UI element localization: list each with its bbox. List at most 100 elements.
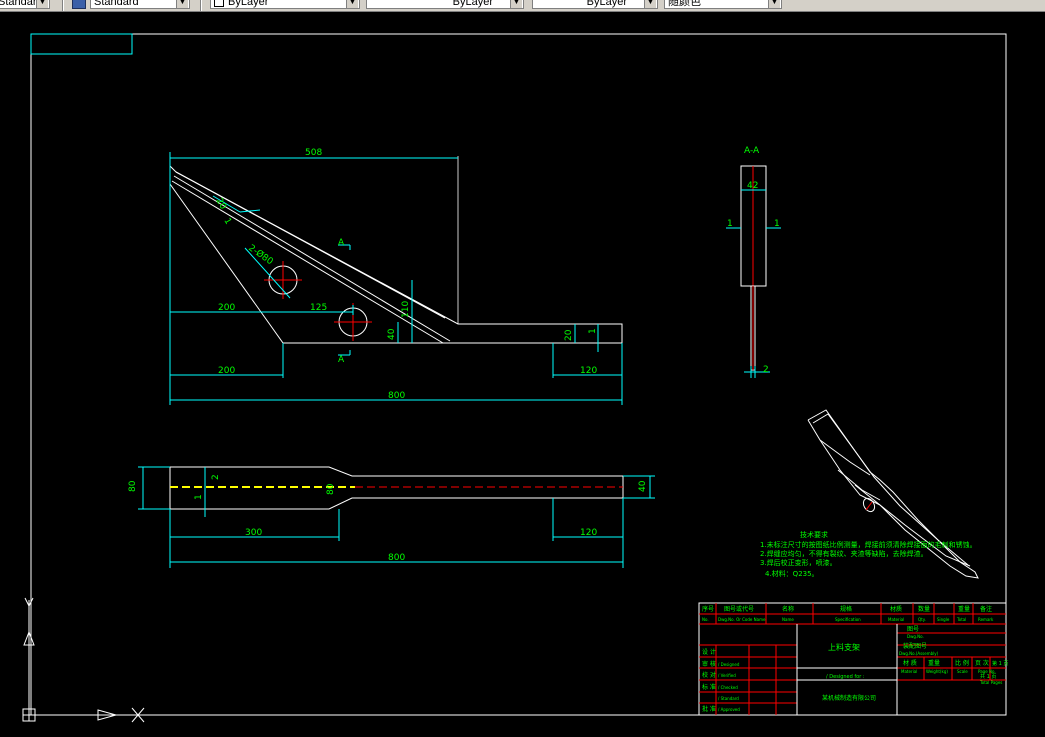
tb-role: 校 对 [702,671,716,679]
lineweight-combo[interactable]: ByLayer ▼ [532,0,658,9]
notes-line: 4.材料：Q235。 [765,569,819,578]
color-swatch-icon [214,0,224,8]
tb-role: 设 计 [702,648,716,656]
dim-text: 200 [218,366,235,376]
chevron-down-icon[interactable]: ▼ [644,0,656,8]
dim-text: 1 [588,328,598,334]
drawing-code-box [30,33,133,55]
tb-label-en: Dwg.No.(Assembly) [899,651,939,656]
section-mark: A [338,355,345,365]
tb-header: 规格 [840,605,852,613]
tb-label: 重量 [928,659,940,667]
dim-text: 120 [580,528,597,538]
tb-label: 装配图号 [903,642,927,650]
dim-text: 800 [388,391,405,401]
tb-role: 标 准 [702,683,716,691]
tb-role-en: / Designed [718,662,740,667]
dim-text: 80 [128,480,138,492]
tb-role-en: / Standard [718,696,739,701]
linetype-combo[interactable]: ByLayer ▼ [366,0,524,9]
tb-header-en: Remark [978,617,994,622]
dim-text: 42 [747,181,758,191]
lineweight-value: ByLayer [586,0,627,8]
tb-role-en: / Verified [718,673,736,678]
toolbar-separator [200,0,202,11]
tb-role: 批 准 [702,705,716,713]
technical-notes: 技术要求 1.未标注尺寸的按图纸比例测量，焊接前须清除焊接面的毛刺和锈蚀。 2.… [760,530,977,578]
properties-toolbar: Standard ▼ Standard ▼ ByLayer ▼ ByLayer ▼ By… [0,0,1045,12]
tb-role-en: / Checked [718,685,738,690]
tb-header-en: Name [782,617,794,622]
tb-header: 序号 [702,605,714,613]
tb-total-pages: Total Pages [979,680,1002,685]
dim-text: 110 [401,301,411,318]
tb-header: 图号或代号 [724,605,754,613]
tb-label-en: Material [901,669,917,674]
tb-header-en: Single [937,617,950,622]
text-style-icon[interactable] [72,0,86,9]
plotstyle-combo[interactable]: 随颜色 ▼ [664,0,782,9]
tb-label: 材 质 [903,659,917,667]
toolbar-separator [62,0,64,11]
color-value: ByLayer [228,0,269,8]
tb-label-en: Weight(kg) [926,669,948,674]
chevron-down-icon[interactable]: ▼ [346,0,358,8]
tb-sheet-of: 共 1 页 [980,673,996,680]
notes-title: 技术要求 [800,530,828,539]
linetype-value: ByLayer [452,0,493,8]
tb-label: 页 次 [975,659,989,667]
tb-header-en: Material [888,617,904,622]
dim-text: 40 [638,480,648,492]
front-view-dimensions: 508 20 1 2-Ø80 200 125 110 40 20 1 200 1… [213,148,598,401]
dim-text: 40 [387,328,397,340]
dim-text: 300 [245,528,262,538]
tb-role-en: / Approved [718,707,740,712]
text-style-combo[interactable]: Standard ▼ [90,0,190,9]
chevron-down-icon[interactable]: ▼ [36,0,48,8]
chevron-down-icon[interactable]: ▼ [176,0,188,8]
chevron-down-icon[interactable]: ▼ [768,0,780,8]
tb-label-en: Scale [957,669,968,674]
tb-project-name: 某机械制造有限公司 [822,694,876,702]
dim-text: 2 [763,365,769,375]
tb-project-label: / Designed for : [826,674,865,680]
drawing-title: 上料支架 [828,642,860,652]
tb-role: 审 核 [702,660,716,668]
tb-label-en: Dwg.No. [907,634,924,639]
section-label: A-A [744,146,760,156]
tb-header-en: Total [956,617,966,622]
section-a-a-view: A-A 42 1 1 2 [726,146,781,378]
title-block: 序号 图号或代号 名称 规格 材质 数量 重量 备注 No. Dwg.No. O… [698,602,1008,716]
tb-header-en: Dwg.No. Or Code Name [718,617,766,622]
tb-header: 数量 [918,605,930,613]
tb-header-en: No. [702,617,709,622]
dim-text: 1 [194,494,204,500]
tb-label: 图号 [907,626,919,633]
color-combo[interactable]: ByLayer ▼ [210,0,360,9]
bottom-view: 80 2 1 80 40 300 120 800 [128,466,655,568]
dim-text: 508 [305,148,322,158]
notes-line: 1.未标注尺寸的按图纸比例测量，焊接前须清除焊接面的毛刺和锈蚀。 [760,540,977,549]
tb-header: 名称 [782,605,794,613]
dim-text: 200 [218,303,235,313]
dim-text: 1 [727,219,733,229]
ucs-icon [22,597,145,723]
chevron-down-icon[interactable]: ▼ [510,0,522,8]
text-style-value: Standard [94,0,139,8]
dim-text: 800 [388,553,405,563]
tb-label: 比 例 [955,659,969,667]
dim-text: 2 [211,474,221,480]
dim-text: 120 [580,366,597,376]
front-view: 508 20 1 2-Ø80 200 125 110 40 20 1 200 1… [169,148,623,405]
dim-text: 80 [326,483,336,495]
plotstyle-value: 随颜色 [668,0,701,8]
section-mark: A [338,238,345,248]
drawing-canvas[interactable]: 508 20 1 2-Ø80 200 125 110 40 20 1 200 1… [0,12,1045,737]
dim-text: 1 [221,217,233,227]
tb-header-en: Specification [835,617,861,622]
tb-header: 材质 [890,605,902,613]
dim-text: 1 [774,219,780,229]
first-style-combo[interactable]: Standard ▼ [0,0,50,9]
dim-text: 125 [310,303,327,313]
tb-sheet-no: 第 1 页 [992,660,1008,667]
